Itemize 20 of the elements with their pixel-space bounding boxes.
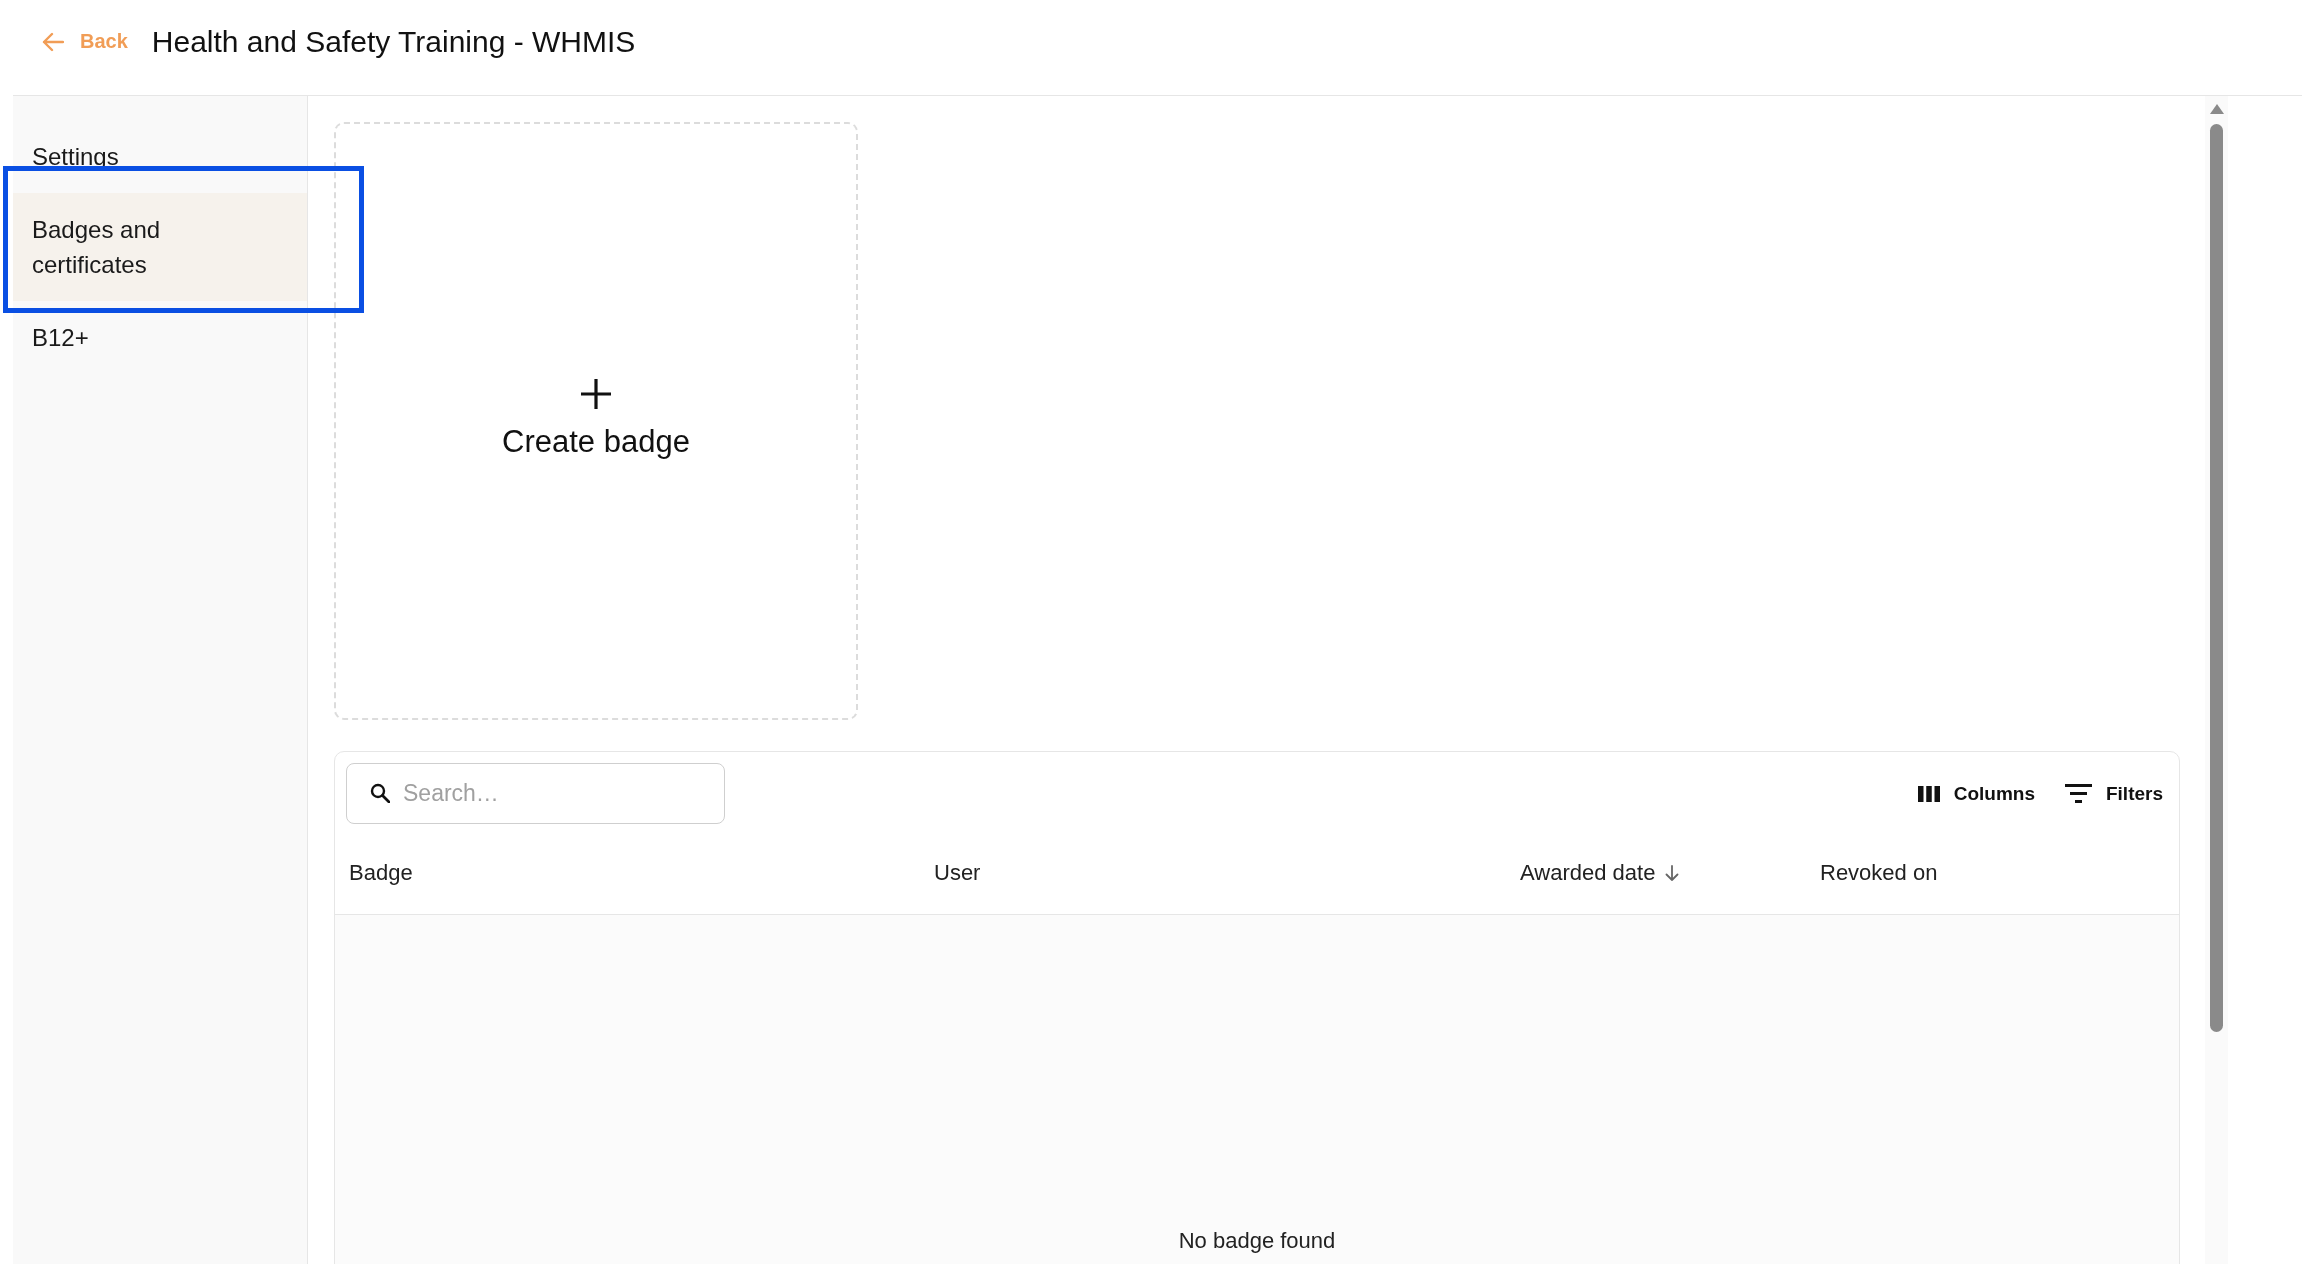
- triangle-up-icon[interactable]: [2209, 104, 2224, 114]
- arrow-left-icon: [42, 31, 64, 52]
- sidebar-item[interactable]: Settings: [13, 120, 307, 193]
- search-field[interactable]: Search…: [346, 763, 725, 824]
- sidebar-item[interactable]: B12+: [13, 301, 307, 374]
- column-header[interactable]: Revoked on: [1820, 860, 1938, 886]
- create-badge-card[interactable]: Create badge: [334, 122, 858, 720]
- filter-icon: [2064, 783, 2092, 804]
- column-header[interactable]: User: [934, 860, 981, 886]
- plus-icon: [580, 378, 612, 410]
- columns-icon: [1917, 785, 1940, 802]
- column-header[interactable]: Awarded date: [1520, 860, 1656, 886]
- filters-button[interactable]: Filters: [2060, 778, 2167, 809]
- columns-button[interactable]: Columns: [1913, 778, 2039, 809]
- sidebar-item[interactable]: Badges and certificates: [13, 193, 307, 301]
- column-header[interactable]: Badge: [349, 860, 413, 886]
- page-title: Health and Safety Training - WHMIS: [151, 24, 636, 59]
- scrollbar-thumb[interactable]: [2210, 124, 2223, 1032]
- empty-message: No badge found: [1178, 1228, 1336, 1255]
- arrow-down-icon[interactable]: [1665, 865, 1680, 881]
